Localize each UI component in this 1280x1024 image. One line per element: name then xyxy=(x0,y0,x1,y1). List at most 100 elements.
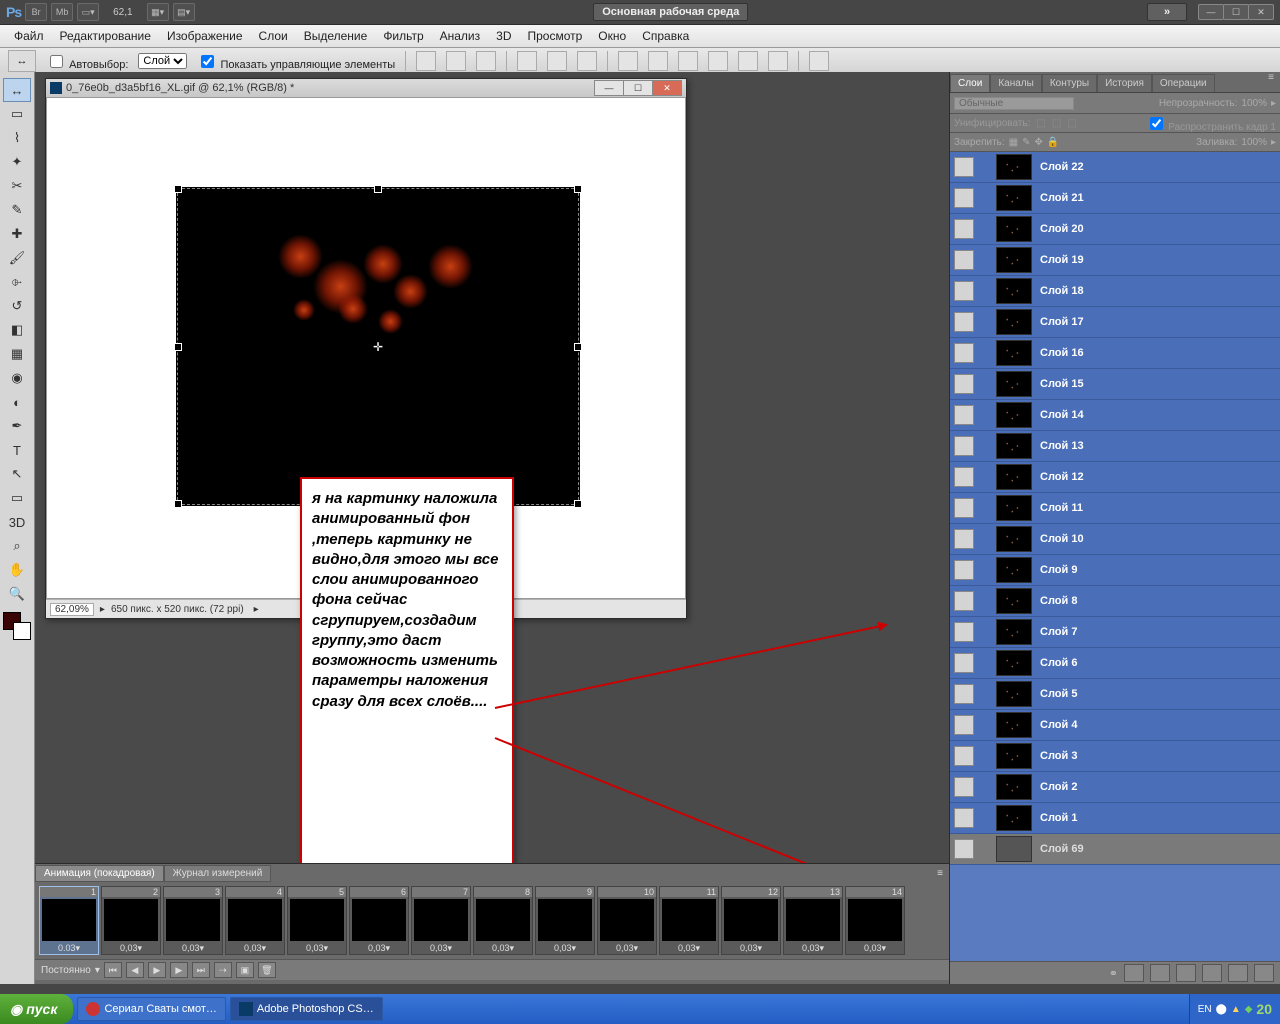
taskbar-item[interactable]: Adobe Photoshop CS… xyxy=(230,997,383,1021)
visibility-toggle-icon[interactable] xyxy=(954,467,974,487)
autoselect-check[interactable]: Автовыбор: xyxy=(46,52,128,71)
minimize-icon[interactable]: — xyxy=(1198,4,1224,20)
animation-frame[interactable]: 40,03▾ xyxy=(225,886,285,955)
animation-frame[interactable]: 120,03▾ xyxy=(721,886,781,955)
start-button[interactable]: ◉пуск xyxy=(0,994,73,1024)
frame-duration[interactable]: 0,03▾ xyxy=(846,943,904,954)
dist-top-icon[interactable] xyxy=(618,51,638,71)
tab-measurements[interactable]: Журнал измерений xyxy=(164,865,272,882)
align-hcenter-icon[interactable] xyxy=(547,51,567,71)
layer-row[interactable]: Слой 2 xyxy=(950,772,1280,803)
tween-icon[interactable]: ⇢ xyxy=(214,962,232,978)
visibility-toggle-icon[interactable] xyxy=(954,808,974,828)
animation-frame[interactable]: 30,03▾ xyxy=(163,886,223,955)
visibility-toggle-icon[interactable] xyxy=(954,343,974,363)
adjustment-icon[interactable] xyxy=(1176,964,1196,982)
bridge-icon[interactable]: Br xyxy=(25,3,47,21)
align-vcenter-icon[interactable] xyxy=(446,51,466,71)
tab-channels[interactable]: Каналы xyxy=(990,74,1042,92)
type-tool-icon[interactable]: T xyxy=(3,438,31,462)
prev-frame-icon[interactable]: ◀ xyxy=(126,962,144,978)
current-tool-icon[interactable]: ↔ xyxy=(8,50,36,72)
dist-vcenter-icon[interactable] xyxy=(648,51,668,71)
dist-right-icon[interactable] xyxy=(768,51,788,71)
tab-animation[interactable]: Анимация (покадровая) xyxy=(35,865,164,882)
auto-align-icon[interactable] xyxy=(809,51,829,71)
frame-duration[interactable]: 0.03▾ xyxy=(40,943,98,954)
menu-filter[interactable]: Фильтр xyxy=(375,29,431,43)
visibility-toggle-icon[interactable] xyxy=(954,684,974,704)
arrange-docs-icon[interactable]: ▤▾ xyxy=(173,3,195,21)
system-tray[interactable]: EN ⬤ ▲ ◆ 20 xyxy=(1189,994,1280,1024)
visibility-toggle-icon[interactable] xyxy=(954,219,974,239)
layer-row[interactable]: Слой 22 xyxy=(950,152,1280,183)
group-icon[interactable] xyxy=(1202,964,1222,982)
frame-duration[interactable]: 0,03▾ xyxy=(660,943,718,954)
layer-row[interactable]: Слой 20 xyxy=(950,214,1280,245)
autoselect-mode[interactable]: Слой xyxy=(138,53,187,69)
wand-tool-icon[interactable]: ✦ xyxy=(3,150,31,174)
layer-row[interactable]: Слой 5 xyxy=(950,679,1280,710)
frame-duration[interactable]: 0,03▾ xyxy=(226,943,284,954)
menu-edit[interactable]: Редактирование xyxy=(52,29,159,43)
layer-row[interactable]: Слой 8 xyxy=(950,586,1280,617)
shape-tool-icon[interactable]: ▭ xyxy=(3,486,31,510)
layer-row[interactable]: Слой 69 xyxy=(950,834,1280,865)
lock-trans-icon[interactable]: ▦ xyxy=(1009,137,1018,148)
frame-duration[interactable]: 0,03▾ xyxy=(412,943,470,954)
visibility-toggle-icon[interactable] xyxy=(954,715,974,735)
align-left-icon[interactable] xyxy=(517,51,537,71)
stamp-tool-icon[interactable]: ⌱ xyxy=(3,270,31,294)
fg-bg-swatch[interactable] xyxy=(3,612,31,640)
frame-duration[interactable]: 0,03▾ xyxy=(102,943,160,954)
crop-tool-icon[interactable]: ✂ xyxy=(3,174,31,198)
panel-menu-icon[interactable]: ≡ xyxy=(931,868,949,879)
animation-frame[interactable]: 80,03▾ xyxy=(473,886,533,955)
layer-row[interactable]: Слой 7 xyxy=(950,617,1280,648)
first-frame-icon[interactable]: ⏮ xyxy=(104,962,122,978)
workspace-switcher[interactable]: Основная рабочая среда xyxy=(593,3,748,21)
visibility-toggle-icon[interactable] xyxy=(954,312,974,332)
unify-pos-icon[interactable]: ⬚ xyxy=(1036,118,1045,129)
visibility-toggle-icon[interactable] xyxy=(954,529,974,549)
layer-row[interactable]: Слой 9 xyxy=(950,555,1280,586)
animation-frame[interactable]: 60,03▾ xyxy=(349,886,409,955)
visibility-toggle-icon[interactable] xyxy=(954,839,974,859)
trash-icon[interactable] xyxy=(1254,964,1274,982)
visibility-toggle-icon[interactable] xyxy=(954,622,974,642)
frame-duration[interactable]: 0,03▾ xyxy=(536,943,594,954)
layer-row[interactable]: Слой 12 xyxy=(950,462,1280,493)
show-transform-check[interactable]: Показать управляющие элементы xyxy=(197,52,395,71)
unify-style-icon[interactable]: ⬚ xyxy=(1067,118,1076,129)
heal-tool-icon[interactable]: ✚ xyxy=(3,222,31,246)
lasso-tool-icon[interactable]: ⌇ xyxy=(3,126,31,150)
animation-frame[interactable]: 20,03▾ xyxy=(101,886,161,955)
visibility-toggle-icon[interactable] xyxy=(954,560,974,580)
frame-duration[interactable]: 0,03▾ xyxy=(164,943,222,954)
loop-mode[interactable]: Постоянно xyxy=(41,965,91,976)
new-layer-icon[interactable] xyxy=(1228,964,1248,982)
layer-row[interactable]: Слой 16 xyxy=(950,338,1280,369)
align-right-icon[interactable] xyxy=(577,51,597,71)
layer-row[interactable]: Слой 4 xyxy=(950,710,1280,741)
frame-duration[interactable]: 0,03▾ xyxy=(722,943,780,954)
layer-row[interactable]: Слой 10 xyxy=(950,524,1280,555)
doc-minimize-icon[interactable]: — xyxy=(594,80,624,96)
layer-row[interactable]: Слой 15 xyxy=(950,369,1280,400)
frame-duration[interactable]: 0,03▾ xyxy=(350,943,408,954)
animation-frame[interactable]: 50,03▾ xyxy=(287,886,347,955)
new-frame-icon[interactable]: ▣ xyxy=(236,962,254,978)
menu-layer[interactable]: Слои xyxy=(251,29,296,43)
document-titlebar[interactable]: 0_76e0b_d3a5bf16_XL.gif @ 62,1% (RGB/8) … xyxy=(46,79,686,97)
layer-row[interactable]: Слой 18 xyxy=(950,276,1280,307)
status-menu-icon[interactable]: ▸ xyxy=(254,604,259,615)
menu-image[interactable]: Изображение xyxy=(159,29,251,43)
layer-row[interactable]: Слой 11 xyxy=(950,493,1280,524)
history-brush-icon[interactable]: ↺ xyxy=(3,294,31,318)
animation-frame[interactable]: 70,03▾ xyxy=(411,886,471,955)
dodge-tool-icon[interactable]: ◐ xyxy=(3,390,31,414)
tray-icon[interactable]: ▲ xyxy=(1231,1004,1241,1015)
taskbar-item[interactable]: Сериал Сваты смот… xyxy=(77,997,225,1021)
3d-tool-icon[interactable]: 3D xyxy=(3,510,31,534)
minibridge-icon[interactable]: Mb xyxy=(51,3,73,21)
